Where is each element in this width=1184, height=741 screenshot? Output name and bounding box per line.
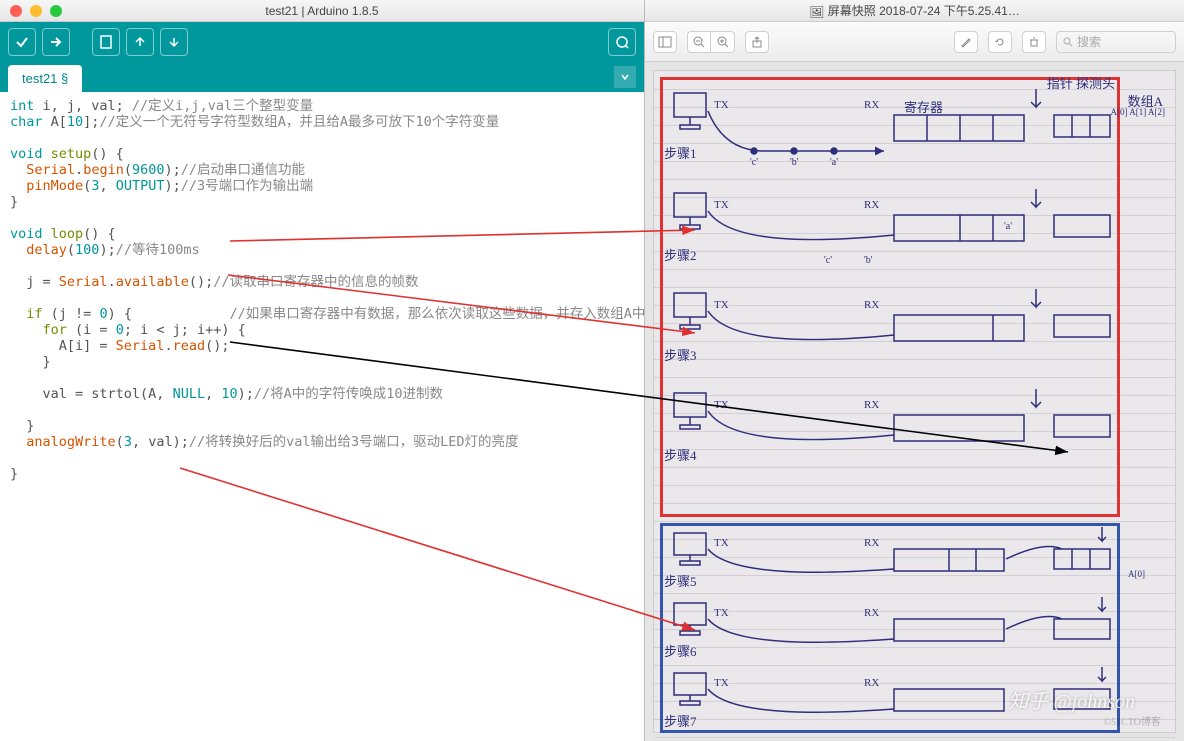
finder-title: 🖼 屏幕快照 2018-07-24 下午5.25.41…: [645, 2, 1184, 19]
nb-label: TX: [714, 537, 729, 549]
search-input[interactable]: 搜索: [1056, 31, 1176, 53]
footer-attribution: ©51CTO博客: [1104, 713, 1161, 728]
nb-label: TX: [714, 199, 729, 211]
arduino-titlebar: test21 | Arduino 1.8.5: [0, 0, 644, 22]
save-button[interactable]: [160, 28, 188, 56]
code-comment: //将A中的字符传唤成10进制数: [254, 386, 443, 402]
code-comment: //3号端口作为输出端: [181, 178, 313, 194]
finder-window: 🖼 屏幕快照 2018-07-24 下午5.25.41… 搜索 /* gener…: [645, 0, 1184, 741]
nb-label: TX: [714, 99, 729, 111]
code-comment: //将转换好后的val输出给3号端口，驱动LED灯的亮度: [189, 434, 519, 450]
code-comment: //定义i,j,val三个整型变量: [124, 98, 313, 114]
nb-label: 'c': [824, 255, 832, 266]
arduino-toolbar: [0, 22, 644, 62]
nb-label: RX: [864, 399, 879, 411]
code-comment: //读取串口寄存器中的信息的帧数: [213, 274, 418, 290]
nb-step-label: 步骤3: [664, 345, 697, 364]
tab-menu-icon[interactable]: [614, 66, 636, 88]
nb-label: RX: [864, 299, 879, 311]
nb-label: RX: [864, 99, 879, 111]
nb-label: 'b': [864, 255, 873, 266]
preview-area[interactable]: /* generated below */ 指针 探测头 数组A 寄存器 A[0…: [645, 62, 1184, 741]
nb-label: RX: [864, 607, 879, 619]
rotate-button[interactable]: [988, 31, 1012, 53]
arduino-window: test21 | Arduino 1.8.5 test21 § int i, j…: [0, 0, 645, 741]
sidebar-toggle-button[interactable]: [653, 31, 677, 53]
zoom-out-button[interactable]: [687, 31, 711, 53]
nb-label: 'a': [830, 157, 838, 168]
nb-label: 'a': [1004, 221, 1012, 232]
code-editor[interactable]: int i, j, val; //定义i,j,val三个整型变量 char A[…: [0, 92, 644, 741]
upload-button[interactable]: [42, 28, 70, 56]
code-comment: //如果串口寄存器中有数据，那么依次读取这些数据，并存入数组A中: [132, 306, 644, 322]
search-icon: [1063, 37, 1073, 47]
finder-toolbar: 搜索: [645, 22, 1184, 62]
nb-step-label: 步骤6: [664, 641, 697, 660]
code-comment: //启动串口通信功能: [181, 162, 305, 178]
verify-button[interactable]: [8, 28, 36, 56]
nb-label: 'b': [790, 157, 799, 168]
tab-bar: test21 §: [0, 62, 644, 92]
markup-button[interactable]: [954, 31, 978, 53]
nb-step-label: 步骤7: [664, 711, 697, 730]
nb-label: RX: [864, 199, 879, 211]
nb-step-label: 步骤1: [664, 143, 697, 162]
code-comment: //等待100ms: [116, 242, 200, 258]
finder-titlebar: 🖼 屏幕快照 2018-07-24 下午5.25.41…: [645, 0, 1184, 22]
zoom-controls: [687, 31, 735, 53]
tab-test21[interactable]: test21 §: [8, 65, 82, 92]
nb-step-label: 步骤2: [664, 245, 697, 264]
nb-step-label: 步骤4: [664, 445, 697, 464]
nb-label: TX: [714, 399, 729, 411]
nb-label: RX: [864, 677, 879, 689]
nb-step-label: 步骤5: [664, 571, 697, 590]
serial-monitor-button[interactable]: [608, 28, 636, 56]
nb-label: TX: [714, 607, 729, 619]
delete-button[interactable]: [1022, 31, 1046, 53]
zoom-in-button[interactable]: [711, 31, 735, 53]
code-comment: //定义一个无符号字符型数组A，并且给A最多可放下10个字符变量: [99, 114, 499, 130]
nb-label: TX: [714, 299, 729, 311]
open-button[interactable]: [126, 28, 154, 56]
nb-label: RX: [864, 537, 879, 549]
watermark: 知乎 @johnson: [1008, 685, 1135, 714]
notebook-image: /* generated below */ 指针 探测头 数组A 寄存器 A[0…: [653, 70, 1176, 733]
arduino-title: test21 | Arduino 1.8.5: [0, 4, 644, 18]
share-button[interactable]: [745, 31, 769, 53]
new-button[interactable]: [92, 28, 120, 56]
nb-label: 'c': [750, 157, 758, 168]
nb-label: TX: [714, 677, 729, 689]
search-placeholder: 搜索: [1077, 33, 1101, 50]
nb-label: A[0]: [1128, 569, 1145, 579]
